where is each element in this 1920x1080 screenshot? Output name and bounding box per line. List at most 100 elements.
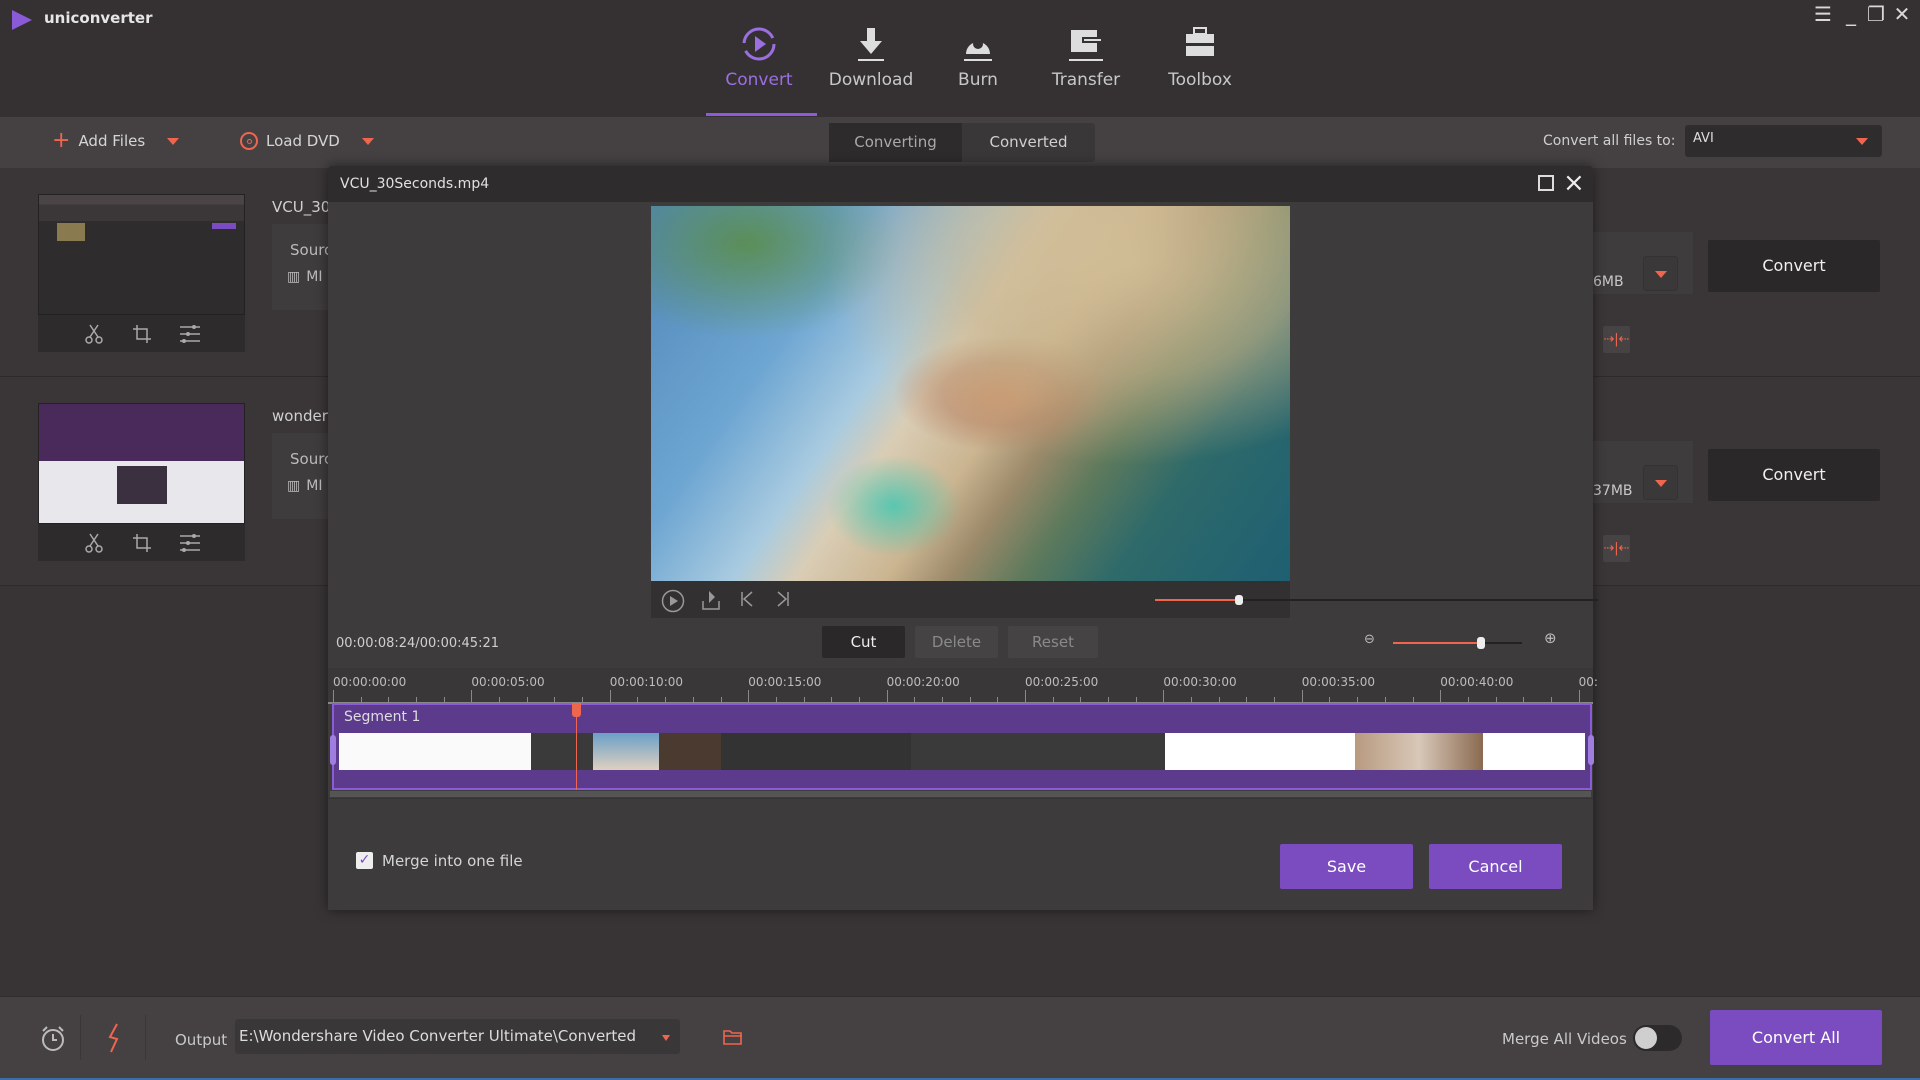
video-thumbnail[interactable] bbox=[38, 403, 245, 524]
toggle-knob bbox=[1635, 1027, 1657, 1049]
convert-all-button[interactable]: Convert All bbox=[1710, 1010, 1882, 1065]
previous-frame-icon[interactable] bbox=[739, 589, 755, 609]
transfer-icon bbox=[1069, 30, 1103, 61]
scissors-icon[interactable] bbox=[83, 532, 105, 554]
segment-end-handle[interactable] bbox=[1588, 735, 1594, 765]
nav-convert[interactable]: Convert bbox=[699, 24, 819, 90]
ruler-tick bbox=[914, 697, 916, 702]
toolbox-icon bbox=[1186, 27, 1214, 56]
output-path-select[interactable]: E:\Wondershare Video Converter Ultimate\… bbox=[235, 1019, 680, 1054]
restore-icon[interactable]: ❐ bbox=[1864, 2, 1888, 26]
export-frame-icon[interactable] bbox=[701, 589, 721, 611]
chevron-down-icon bbox=[662, 1035, 670, 1041]
folder-icon[interactable] bbox=[722, 1027, 744, 1047]
timeline-ruler[interactable]: 00:00:00:00 00:00:05:00 00:00:10:00 00:00:1… bbox=[328, 668, 1598, 704]
thumbnail-tools bbox=[38, 315, 245, 352]
nav-label: Transfer bbox=[1051, 70, 1121, 90]
next-frame-icon[interactable] bbox=[775, 589, 791, 609]
playhead-handle[interactable] bbox=[572, 703, 581, 717]
ruler-tick bbox=[1163, 690, 1165, 702]
convert-button[interactable]: Convert bbox=[1708, 449, 1880, 501]
save-button[interactable]: Save bbox=[1280, 844, 1413, 889]
crop-icon[interactable] bbox=[131, 532, 153, 554]
convert-button[interactable]: Convert bbox=[1708, 240, 1880, 292]
ruler-tick bbox=[1218, 697, 1220, 702]
high-speed-icon[interactable] bbox=[106, 1023, 122, 1053]
nav-transfer[interactable]: Transfer bbox=[1026, 24, 1146, 90]
filmstrip bbox=[339, 733, 1585, 770]
ruler-tick bbox=[526, 697, 528, 702]
format-value: AVI bbox=[1693, 131, 1714, 146]
load-dvd-button[interactable]: Load DVD bbox=[240, 132, 374, 150]
output-label: Output bbox=[175, 1031, 228, 1049]
divider bbox=[80, 1015, 81, 1060]
ruler-tick bbox=[1246, 697, 1248, 702]
maximize-icon[interactable] bbox=[1538, 175, 1554, 191]
schedule-alarm-icon[interactable] bbox=[40, 1025, 66, 1053]
zoom-out-icon[interactable]: ⊖ bbox=[1364, 632, 1375, 647]
source-label: Sourc bbox=[290, 450, 333, 468]
minimize-icon[interactable]: _ bbox=[1839, 2, 1863, 26]
target-format-dropdown[interactable] bbox=[1643, 256, 1678, 291]
ruler-tick bbox=[582, 697, 584, 702]
ruler-tick bbox=[609, 690, 611, 702]
convert-all-format-select[interactable]: AVI bbox=[1685, 125, 1882, 157]
cut-button[interactable]: Cut bbox=[822, 626, 905, 658]
effects-sliders-icon[interactable] bbox=[179, 532, 201, 554]
download-icon bbox=[858, 28, 884, 61]
time-readout: 00:00:08:24/00:00:45:21 bbox=[336, 636, 499, 651]
nav-burn[interactable]: Burn bbox=[918, 24, 1038, 90]
delete-button[interactable]: Delete bbox=[915, 626, 998, 658]
timeline-zoom-slider[interactable] bbox=[1393, 637, 1522, 649]
video-thumbnail[interactable] bbox=[38, 194, 245, 315]
ruler-tick bbox=[692, 697, 694, 702]
nav-toolbox[interactable]: Toolbox bbox=[1140, 24, 1260, 90]
zoom-slider-handle[interactable] bbox=[1476, 637, 1485, 649]
add-files-button[interactable]: + Add Files bbox=[52, 130, 180, 152]
zoom-in-icon[interactable]: ⊕ bbox=[1544, 629, 1557, 647]
ruler-label: 00:00:20:00 bbox=[886, 675, 960, 689]
effects-sliders-icon[interactable] bbox=[179, 323, 201, 345]
ruler-tick bbox=[1135, 697, 1137, 702]
dialog-title: VCU_30Seconds.mp4 bbox=[340, 176, 490, 192]
app-name: uniconverter bbox=[44, 9, 153, 27]
close-icon[interactable]: ✕ bbox=[1890, 2, 1914, 26]
reset-button[interactable]: Reset bbox=[1008, 626, 1098, 658]
ruler-label: 00:00:10:00 bbox=[609, 675, 684, 689]
timeline-scrollbar[interactable] bbox=[330, 791, 1591, 797]
merge-icon[interactable]: ⇢|⇠ bbox=[1603, 326, 1630, 353]
ruler-tick bbox=[1301, 690, 1303, 702]
nav-download[interactable]: Download bbox=[811, 24, 931, 90]
crop-icon[interactable] bbox=[131, 323, 153, 345]
video-preview[interactable] bbox=[651, 206, 1290, 581]
ruler-tick bbox=[1495, 697, 1497, 702]
merge-all-toggle[interactable] bbox=[1633, 1025, 1682, 1051]
burn-icon bbox=[964, 39, 992, 61]
scissors-icon[interactable] bbox=[83, 323, 105, 345]
add-files-dropdown-icon[interactable] bbox=[167, 137, 180, 145]
cancel-button[interactable]: Cancel bbox=[1429, 844, 1562, 889]
load-dvd-dropdown-icon[interactable] bbox=[361, 137, 374, 145]
menu-icon[interactable]: ☰ bbox=[1811, 2, 1835, 26]
play-icon[interactable] bbox=[661, 589, 685, 613]
segment-start-handle[interactable] bbox=[330, 735, 336, 765]
player-controls bbox=[651, 581, 1598, 618]
tab-converting[interactable]: Converting bbox=[829, 123, 962, 162]
tab-converted[interactable]: Converted bbox=[962, 123, 1095, 162]
ruler-tick bbox=[1080, 697, 1082, 702]
playback-progress-slider[interactable] bbox=[1155, 595, 1598, 605]
target-format-dropdown[interactable] bbox=[1643, 465, 1678, 500]
dialog-header: VCU_30Seconds.mp4 × bbox=[328, 166, 1593, 202]
ruler-tick bbox=[499, 697, 501, 702]
load-dvd-label: Load DVD bbox=[266, 132, 340, 150]
merge-icon[interactable]: ⇢|⇠ bbox=[1603, 535, 1630, 562]
add-files-label: Add Files bbox=[78, 132, 146, 150]
merge-checkbox[interactable]: ✓ bbox=[356, 852, 373, 869]
close-icon[interactable]: × bbox=[1563, 168, 1585, 198]
ruler-tick bbox=[1412, 697, 1414, 702]
file-size: 6MB bbox=[1593, 274, 1624, 290]
thumbnail-tools bbox=[38, 524, 245, 561]
playback-progress-handle[interactable] bbox=[1235, 595, 1244, 605]
ruler-tick bbox=[388, 697, 390, 702]
segment-track[interactable]: Segment 1 bbox=[330, 703, 1594, 790]
